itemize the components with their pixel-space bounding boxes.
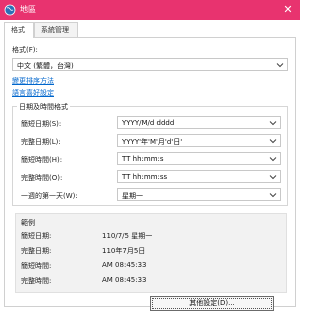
chevron-down-icon: [269, 139, 277, 144]
long-time-value: TT hh:mm:ss: [122, 173, 168, 181]
region-globe-icon: [4, 4, 16, 16]
title-bar: 地區 ✕: [0, 0, 300, 20]
chevron-down-icon: [269, 193, 277, 198]
long-date-label: 完整日期(L):: [21, 138, 61, 146]
example-short-time-value: AM 08:45:33: [102, 261, 147, 269]
first-day-of-week-select[interactable]: 星期一: [117, 188, 281, 201]
short-date-label: 簡短日期(S):: [21, 120, 62, 128]
example-long-time-label: 完整時間:: [21, 277, 52, 285]
example-short-time-label: 簡短時間:: [21, 262, 52, 270]
long-time-select[interactable]: TT hh:mm:ss: [117, 170, 281, 183]
examples-title: 範例: [21, 219, 35, 227]
format-panel: 格式(F): 中文 (繁體，台灣) 變更排序方法 語言喜好設定 日期及時間格式 …: [4, 37, 296, 307]
example-short-date-value: 110/7/5 星期一: [102, 232, 153, 240]
datetime-group-title: 日期及時間格式: [17, 102, 70, 112]
short-date-select[interactable]: YYYY/M/d dddd: [117, 116, 281, 129]
example-long-time-value: AM 08:45:33: [102, 276, 147, 284]
change-sort-link[interactable]: 變更排序方法: [12, 76, 54, 86]
chevron-down-icon: [269, 157, 277, 162]
format-select-value: 中文 (繁體，台灣): [17, 62, 74, 70]
first-day-of-week-value: 星期一: [122, 192, 143, 200]
format-label: 格式(F):: [12, 46, 38, 54]
format-select[interactable]: 中文 (繁體，台灣): [12, 58, 288, 71]
window-title: 地區: [20, 5, 36, 14]
long-date-select[interactable]: YYYY'年'M'月'd'日': [117, 134, 281, 147]
long-time-label: 完整時間(O):: [21, 174, 63, 182]
short-time-value: TT hh:mm:s: [122, 155, 164, 163]
example-long-date-label: 完整日期:: [21, 247, 52, 255]
examples-box: 範例 簡短日期: 110/7/5 星期一 完整日期: 110年7月5日 簡短時間…: [15, 213, 287, 293]
other-settings-button[interactable]: 其他設定(D)...: [150, 296, 274, 311]
other-settings-button-label: 其他設定(D)...: [189, 299, 235, 307]
datetime-format-group: 日期及時間格式 簡短日期(S): YYYY/M/d dddd 完整日期(L): …: [12, 102, 288, 206]
language-preferences-link[interactable]: 語言喜好設定: [12, 88, 54, 98]
chevron-down-icon: [269, 121, 277, 126]
example-short-date-label: 簡短日期:: [21, 232, 52, 240]
tab-administrative[interactable]: 系統管理: [34, 22, 78, 37]
example-long-date-value: 110年7月5日: [102, 247, 146, 255]
chevron-down-icon: [276, 63, 284, 68]
chevron-down-icon: [269, 175, 277, 180]
tab-format[interactable]: 格式: [4, 22, 34, 38]
short-date-value: YYYY/M/d dddd: [122, 119, 175, 127]
first-day-of-week-label: 一週的第一天(W):: [21, 192, 78, 200]
long-date-value: YYYY'年'M'月'd'日': [122, 138, 183, 146]
short-time-select[interactable]: TT hh:mm:s: [117, 152, 281, 165]
close-icon[interactable]: ✕: [280, 2, 296, 18]
short-time-label: 簡短時間(H):: [21, 156, 63, 164]
